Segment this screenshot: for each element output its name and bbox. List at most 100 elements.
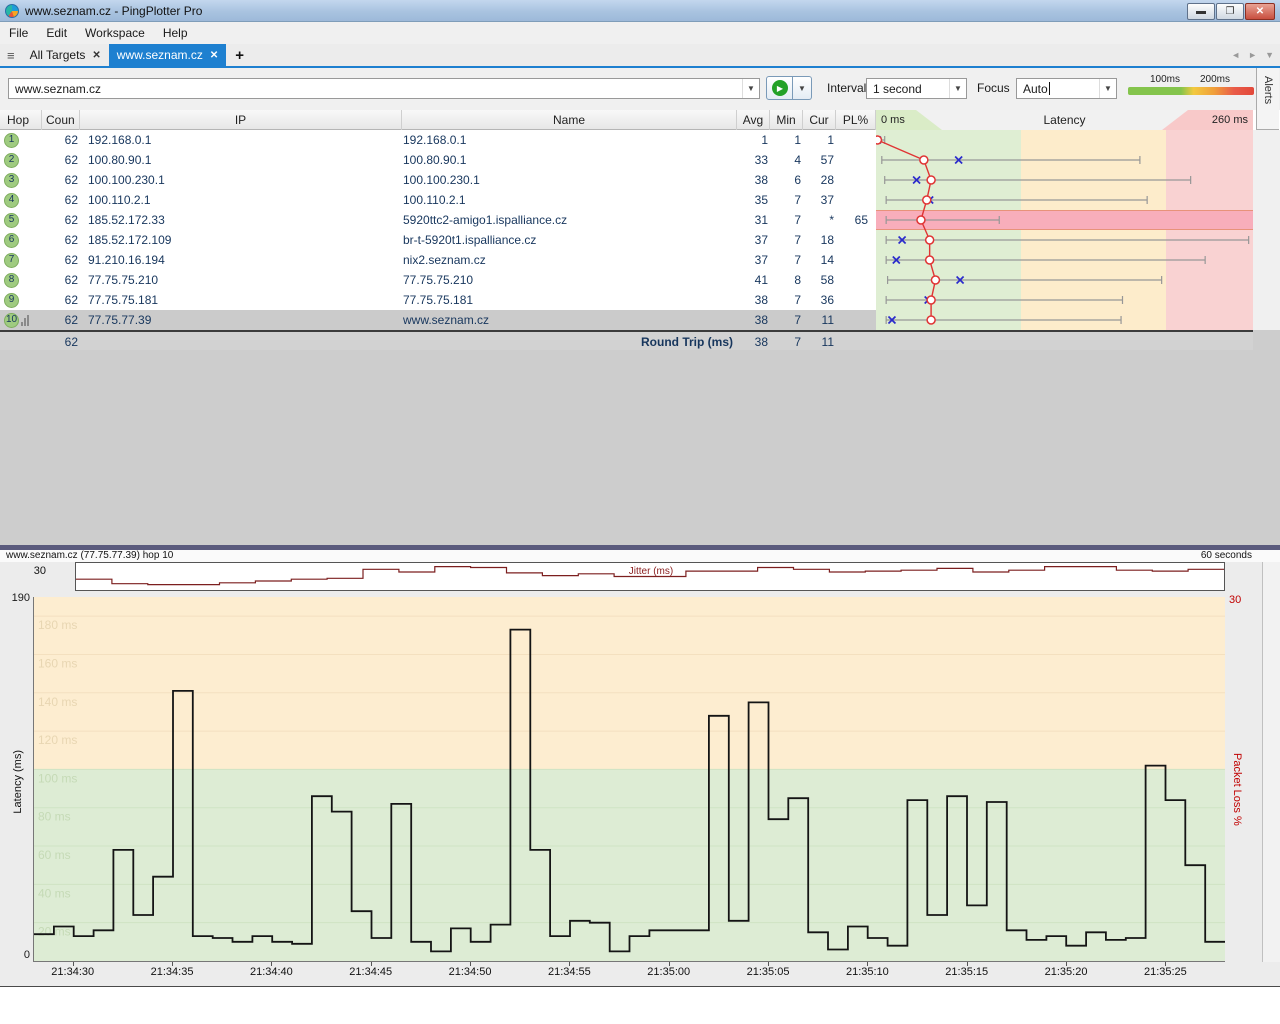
cur-cell: * [829, 213, 834, 227]
time-tick-label: 21:35:20 [1044, 966, 1088, 978]
tab-www-seznam-cz[interactable]: www.seznam.cz ✕ [108, 44, 227, 66]
time-tick-label: 21:35:15 [945, 966, 989, 978]
alerts-side-tab[interactable]: Alerts [1256, 68, 1279, 130]
scale-200ms-label: 200ms [1200, 74, 1231, 85]
focus-dropdown-icon[interactable]: ▼ [1099, 79, 1116, 98]
ip-cell: 100.100.230.1 [88, 173, 165, 187]
menu-edit[interactable]: Edit [37, 22, 76, 44]
hop-cell: 10 [2, 310, 42, 330]
interval-label: Interval [827, 81, 867, 95]
latency-timeline-svg: 180 ms 160 ms 140 ms 120 ms 100 ms 80 ms 60 ms… [34, 615, 1225, 953]
header-latency[interactable]: 0 ms Latency 260 ms [876, 110, 1253, 130]
hop-cell: 3 [2, 170, 42, 190]
start-trace-button[interactable]: ▶ [766, 76, 793, 100]
hop-number-badge: 7 [4, 252, 19, 268]
minimize-button[interactable]: ▬ [1187, 3, 1215, 20]
tab-all-targets[interactable]: All Targets ✕ [22, 44, 109, 66]
hop-number-badge: 9 [4, 292, 19, 308]
target-dropdown-icon[interactable]: ▼ [742, 79, 759, 98]
count-cell: 62 [64, 313, 78, 327]
interval-dropdown-icon[interactable]: ▼ [949, 79, 966, 98]
menu-bar: File Edit Workspace Help [0, 22, 1280, 44]
cur-cell: 1 [827, 133, 834, 147]
pingplotter-window: www.seznam.cz - PingPlotter Pro ▬ ❐ ✕ Fi… [0, 0, 1280, 1024]
min-cell: 8 [794, 273, 801, 287]
targets-menu-icon[interactable]: ≡ [0, 48, 22, 63]
table-row[interactable]: 5 62 185.52.172.33 5920ttc2-amigo1.ispallia… [0, 210, 876, 230]
latency-timeline-chart[interactable]: 180 ms 160 ms 140 ms 120 ms 100 ms 80 ms 60 ms… [33, 597, 1225, 962]
round-trip-row: 62 Round Trip (ms) 38 7 11 [0, 330, 1253, 350]
table-row[interactable]: 7 62 91.210.16.194 nix2.seznam.cz 37 7 14 [0, 250, 876, 270]
name-cell: 100.110.2.1 [403, 193, 466, 207]
text-caret [1048, 82, 1050, 95]
hop-number-badge: 10 [4, 312, 19, 328]
new-tab-button[interactable]: + [226, 47, 253, 64]
header-avg[interactable]: Avg [737, 110, 770, 130]
table-row[interactable]: 8 62 77.75.75.210 77.75.75.210 41 8 58 [0, 270, 876, 290]
hop-number-badge: 1 [4, 132, 19, 148]
count-cell: 62 [64, 153, 78, 167]
cur-cell: 57 [820, 153, 834, 167]
target-input[interactable]: www.seznam.cz ▼ [8, 78, 760, 99]
pl-cell [836, 310, 868, 330]
cur-cell: 58 [820, 273, 834, 287]
table-row[interactable]: 1 62 192.168.0.1 192.168.0.1 1 1 1 [0, 130, 876, 150]
interval-value: 1 second [873, 81, 922, 96]
ip-cell: 185.52.172.33 [88, 213, 165, 227]
focus-label: Focus [977, 81, 1010, 95]
table-row[interactable]: 9 62 77.75.75.181 77.75.75.181 38 7 36 [0, 290, 876, 310]
start-options-dropdown[interactable]: ▼ [793, 76, 812, 100]
avg-cell: 33 [754, 153, 768, 167]
title-bar[interactable]: www.seznam.cz - PingPlotter Pro ▬ ❐ ✕ [0, 0, 1280, 22]
close-button[interactable]: ✕ [1245, 3, 1275, 20]
menu-help[interactable]: Help [154, 22, 197, 44]
avg-cell: 38 [754, 313, 768, 327]
ip-cell: 77.75.75.181 [88, 293, 159, 307]
scroll-tabs-right-icon[interactable]: ► [1248, 50, 1257, 60]
header-name[interactable]: Name [402, 110, 737, 130]
latency-axis-min: 0 [23, 949, 30, 961]
tab-bar: ≡ All Targets ✕ www.seznam.cz ✕ + ◄ ► ▼ [0, 44, 1280, 66]
header-count[interactable]: Coun [42, 110, 80, 130]
table-row[interactable]: 3 62 100.100.230.1 100.100.230.1 38 6 28 [0, 170, 876, 190]
table-row[interactable]: 4 62 100.110.2.1 100.110.2.1 35 7 37 [0, 190, 876, 210]
time-tick-label: 21:34:30 [51, 966, 95, 978]
round-trip-avg: 38 [754, 335, 768, 349]
close-tab-icon[interactable]: ✕ [210, 50, 218, 61]
hop-latency-graph-svg [876, 135, 1253, 325]
time-axis: 21:34:30 21:34:35 21:34:40 21:34:45 21:34:50… [0, 962, 1280, 980]
hop-number-badge: 6 [4, 232, 19, 248]
restore-button[interactable]: ❐ [1216, 3, 1244, 20]
name-cell: 192.168.0.1 [403, 133, 467, 147]
avg-cell: 37 [754, 253, 768, 267]
hop-cell: 2 [2, 150, 42, 170]
header-pl[interactable]: PL% [836, 110, 876, 130]
table-row[interactable]: 6 62 185.52.172.109 br-t-5920t1.ispalliance… [0, 230, 876, 250]
menu-workspace[interactable]: Workspace [76, 22, 154, 44]
avg-cell: 1 [761, 133, 768, 147]
scroll-tabs-left-icon[interactable]: ◄ [1231, 50, 1240, 60]
menu-file[interactable]: File [0, 22, 37, 44]
ip-cell: 192.168.0.1 [88, 133, 152, 147]
time-tick-label: 21:35:25 [1143, 966, 1187, 978]
focus-select[interactable]: Auto ▼ [1016, 78, 1117, 99]
hop-number-badge: 2 [4, 152, 19, 168]
table-row[interactable]: 2 62 100.80.90.1 100.80.90.1 33 4 57 [0, 150, 876, 170]
table-row[interactable]: 10 62 77.75.77.39 www.seznam.cz 38 7 11 [0, 310, 876, 330]
round-trip-min: 7 [794, 335, 801, 349]
header-min[interactable]: Min [770, 110, 803, 130]
svg-text:60 ms: 60 ms [38, 848, 71, 862]
header-cur[interactable]: Cur [803, 110, 836, 130]
count-cell: 62 [64, 133, 78, 147]
header-ip[interactable]: IP [80, 110, 402, 130]
round-trip-label: Round Trip (ms) [641, 335, 733, 349]
ip-cell: 185.52.172.109 [88, 233, 172, 247]
tab-label: www.seznam.cz [116, 48, 203, 62]
svg-text:40 ms: 40 ms [38, 886, 71, 900]
name-cell: 77.75.75.210 [403, 273, 474, 287]
header-hop[interactable]: Hop [0, 110, 42, 130]
close-tab-icon[interactable]: ✕ [92, 50, 100, 61]
interval-select[interactable]: 1 second ▼ [866, 78, 967, 99]
latency-axis-max: 190 [11, 592, 30, 604]
tab-list-dropdown-icon[interactable]: ▼ [1265, 50, 1274, 60]
